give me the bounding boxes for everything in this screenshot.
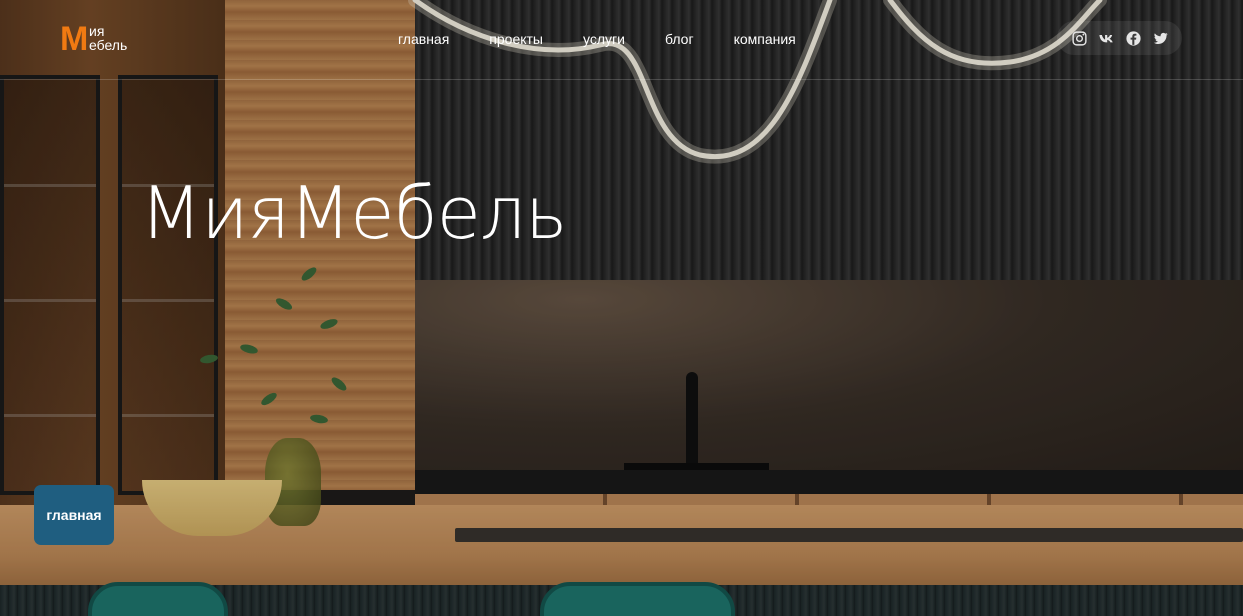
social-links (1057, 21, 1182, 55)
home-button[interactable]: главная (34, 485, 114, 545)
logo-text-top: ия (89, 23, 105, 39)
logo[interactable]: М ия ебель (60, 22, 150, 58)
hero-background (0, 0, 1243, 616)
twitter-icon[interactable] (1152, 30, 1169, 47)
logo-letter: М (60, 20, 89, 58)
vk-icon[interactable] (1098, 30, 1115, 47)
nav-item-projects[interactable]: проекты (489, 30, 543, 48)
facebook-icon[interactable] (1125, 30, 1142, 47)
main-nav: главная проекты услуги блог компания (398, 30, 836, 48)
nav-item-blog[interactable]: блог (665, 30, 694, 48)
instagram-icon[interactable] (1071, 30, 1088, 47)
site-header: М ия ебель главная проекты услуги блог к… (0, 0, 1243, 80)
nav-item-home[interactable]: главная (398, 30, 449, 48)
nav-item-company[interactable]: компания (734, 30, 796, 48)
hero-title: МияМебель (140, 171, 567, 255)
logo-text-bottom: ебель (89, 37, 128, 53)
nav-item-services[interactable]: услуги (583, 30, 625, 48)
